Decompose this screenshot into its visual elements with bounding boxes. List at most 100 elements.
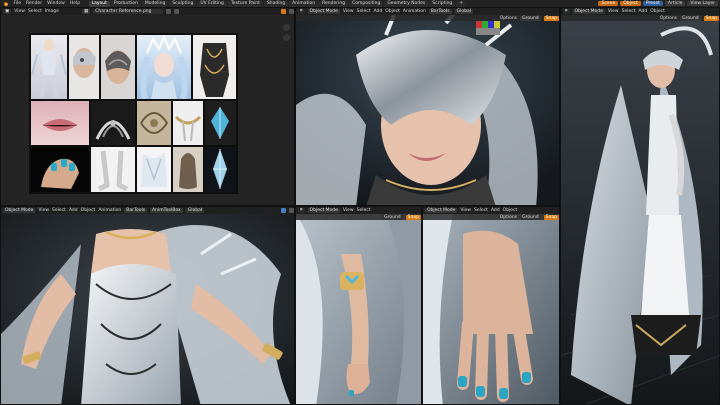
ground-toggle[interactable]: Ground: [520, 214, 541, 220]
ref-thumb-armor-bodice: [193, 35, 236, 99]
menu-object[interactable]: Object: [81, 208, 96, 213]
image-name-field[interactable]: Character Reference.png: [93, 9, 164, 14]
transform-orientation[interactable]: Global: [185, 208, 205, 213]
transform-orientation[interactable]: Global: [454, 9, 473, 14]
tab-animation[interactable]: Animation: [289, 0, 319, 7]
viewport-canvas[interactable]: [296, 8, 559, 205]
overlay-icon[interactable]: [281, 208, 286, 213]
tab-shading[interactable]: Shading: [263, 0, 289, 7]
menu-file[interactable]: File: [11, 0, 24, 7]
menu-select[interactable]: Select: [474, 208, 488, 213]
blender-logo-icon[interactable]: [2, 1, 9, 7]
options-menu[interactable]: Options: [660, 16, 677, 21]
menu-view[interactable]: View: [38, 208, 49, 213]
editor-type-icon[interactable]: ⌗: [298, 9, 305, 14]
ref-thumb-full-figure: [31, 35, 67, 99]
editor-type-icon[interactable]: ⌗: [563, 9, 570, 14]
full-figure-render: [561, 15, 719, 404]
viewport-wrist: ⌗ Object Mode View Select Ground Snap: [295, 206, 422, 405]
bartools-menu[interactable]: BarTools: [124, 208, 148, 213]
snap-toggle[interactable]: Snap: [543, 15, 559, 21]
animtoolbox-menu[interactable]: AnimToolBox: [150, 208, 183, 213]
tab-uv-editing[interactable]: UV Editing: [197, 0, 227, 7]
scene-selector[interactable]: Scene: [598, 1, 619, 6]
tab-modeling[interactable]: Modeling: [141, 0, 169, 7]
bartools-menu[interactable]: BarTools: [428, 9, 452, 14]
tab-texture-paint[interactable]: Texture Paint: [227, 0, 263, 7]
viewport-face-closeup: ⌗ Object Mode View Select Add Object Ani…: [295, 7, 560, 206]
viewport-header: ⌗ Object Mode View Select Add Object Ani…: [296, 8, 559, 15]
viewport-canvas[interactable]: [561, 15, 719, 404]
object-mode-selector[interactable]: Object Mode: [572, 9, 605, 14]
menu-animation[interactable]: Animation: [98, 208, 121, 213]
tab-layout[interactable]: Layout: [88, 0, 110, 7]
ref-thumb-crystal: [205, 147, 236, 192]
ground-toggle[interactable]: Ground: [382, 214, 403, 220]
character-reference-image: [29, 33, 238, 194]
article-field[interactable]: Article: [664, 1, 686, 6]
menu-view[interactable]: View: [343, 208, 354, 213]
menu-add[interactable]: Add: [69, 208, 78, 213]
menu-select[interactable]: Select: [357, 9, 371, 14]
menu-object[interactable]: Object: [650, 9, 665, 14]
tab-geometry-nodes[interactable]: Geometry Nodes: [384, 0, 429, 7]
object-mode-selector[interactable]: Object Mode: [425, 208, 458, 213]
menu-view[interactable]: View: [14, 9, 25, 14]
menu-view[interactable]: View: [460, 208, 471, 213]
menu-help[interactable]: Help: [67, 0, 82, 7]
pan-icon[interactable]: [283, 34, 290, 41]
viewport-canvas[interactable]: [1, 214, 294, 404]
shading-icon[interactable]: [289, 208, 294, 213]
preset-selector[interactable]: Preset: [642, 1, 663, 6]
menu-select[interactable]: Select: [622, 9, 636, 14]
menu-window[interactable]: Window: [45, 0, 68, 7]
editor-type-icon[interactable]: ⌗: [298, 208, 305, 213]
options-menu[interactable]: Options: [500, 16, 517, 21]
object-mode-selector[interactable]: Object Mode: [307, 9, 340, 14]
menu-add[interactable]: Add: [491, 208, 500, 213]
object-mode-selector[interactable]: Object Mode: [307, 208, 340, 213]
image-editor-header: ▣ View Select Image ▦ Character Referenc…: [1, 8, 294, 15]
zoom-icon[interactable]: [283, 24, 290, 31]
object-mode-selector[interactable]: Object Mode: [3, 208, 36, 213]
view-icon[interactable]: [281, 9, 286, 14]
add-workspace-button[interactable]: +: [456, 0, 467, 7]
editor-type-icon[interactable]: ▣: [3, 9, 12, 14]
viewport-canvas[interactable]: [423, 214, 559, 404]
menu-select[interactable]: Select: [28, 9, 42, 14]
close-icon[interactable]: [174, 9, 180, 14]
menu-view[interactable]: View: [343, 9, 354, 14]
tab-sculpting[interactable]: Sculpting: [169, 0, 197, 7]
menu-image[interactable]: Image: [45, 9, 59, 14]
tab-scripting[interactable]: Scripting: [429, 0, 456, 7]
pin-icon[interactable]: [166, 9, 172, 14]
ref-thumb-boots: [91, 147, 135, 192]
tab-production[interactable]: Production: [110, 0, 141, 7]
view-layer-selector[interactable]: View Layer: [687, 1, 718, 6]
menu-object[interactable]: Object: [503, 208, 518, 213]
menu-render[interactable]: Render: [24, 0, 45, 7]
face-render: [296, 8, 559, 205]
snap-toggle[interactable]: Snap: [543, 214, 559, 220]
menu-select[interactable]: Select: [52, 208, 66, 213]
options-menu[interactable]: Options: [500, 215, 517, 220]
menu-animation[interactable]: Animation: [403, 9, 426, 14]
image-browse-icon[interactable]: ▦: [81, 9, 91, 14]
snap-toggle[interactable]: Snap: [703, 15, 719, 21]
menu-add[interactable]: Add: [638, 9, 647, 14]
display-channels-icon[interactable]: [289, 9, 294, 14]
object-selector[interactable]: Object: [620, 1, 641, 6]
top-menu-bar: File Render Window Help Layout Productio…: [0, 0, 720, 7]
menu-object[interactable]: Object: [385, 9, 400, 14]
menu-add[interactable]: Add: [373, 9, 382, 14]
topbar-right: Scene Object Preset Article View Layer: [598, 0, 720, 7]
ground-toggle[interactable]: Ground: [520, 15, 541, 21]
menu-select[interactable]: Select: [357, 208, 371, 213]
tab-rendering[interactable]: Rendering: [319, 0, 349, 7]
snap-toggle[interactable]: Snap: [405, 214, 421, 220]
viewport-canvas[interactable]: [296, 214, 421, 404]
ground-toggle[interactable]: Ground: [680, 15, 701, 21]
hand-render: [423, 214, 559, 404]
tab-compositing[interactable]: Compositing: [349, 0, 384, 7]
menu-view[interactable]: View: [608, 9, 619, 14]
